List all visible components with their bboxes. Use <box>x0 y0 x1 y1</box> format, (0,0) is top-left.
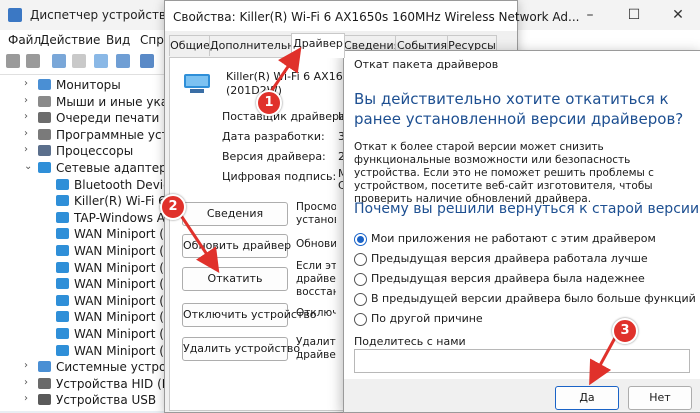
arrow-to-driver-tab <box>266 47 302 97</box>
arrow-to-yes <box>589 335 618 386</box>
arrow-to-rollback <box>178 213 220 273</box>
callout-arrows <box>178 47 618 386</box>
callout-2-badge: 2 <box>160 194 186 220</box>
callout-3-badge: 3 <box>612 318 638 344</box>
callout-1-badge: 1 <box>256 90 282 116</box>
